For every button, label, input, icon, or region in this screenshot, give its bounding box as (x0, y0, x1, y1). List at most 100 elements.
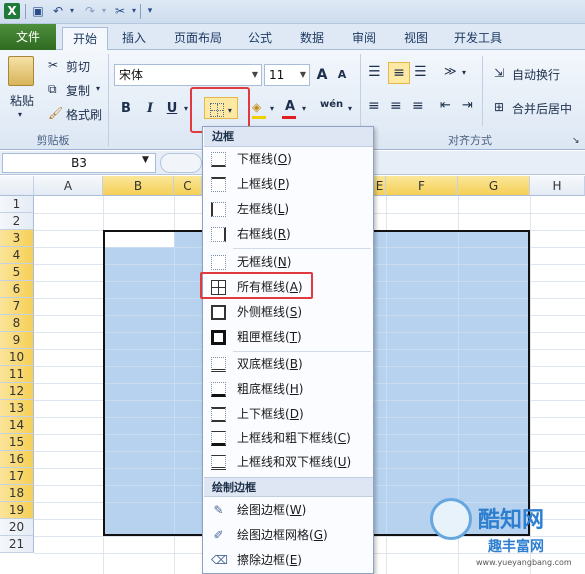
column-header[interactable]: C (174, 176, 202, 196)
undo-dropdown-icon[interactable]: ▾ (64, 3, 80, 19)
row-header[interactable]: 5 (0, 264, 34, 281)
paste-icon[interactable] (8, 56, 34, 86)
column-header[interactable]: E (374, 176, 386, 196)
row-header[interactable]: 13 (0, 400, 34, 417)
row-header[interactable]: 1 (0, 196, 34, 213)
phonetic-button[interactable]: wén (320, 99, 343, 110)
orientation-icon[interactable]: ≫ (444, 64, 457, 78)
align-top-icon[interactable]: ☰ (368, 64, 381, 80)
cut-button[interactable]: 剪切 (66, 58, 90, 75)
fill-color-dropdown-icon[interactable]: ▾ (270, 104, 274, 113)
menu-item-bottom-border[interactable]: 下框线(O) (204, 148, 373, 171)
row-header[interactable]: 21 (0, 536, 34, 553)
merge-center-button[interactable]: 合并后居中 (512, 100, 572, 117)
name-box-dropdown-icon[interactable]: ▼ (142, 155, 149, 165)
row-header[interactable]: 10 (0, 349, 34, 366)
fill-color-icon[interactable]: ◈ (252, 100, 261, 114)
grow-font-button[interactable]: A (314, 64, 330, 86)
row-header[interactable]: 18 (0, 485, 34, 502)
row-header[interactable]: 20 (0, 519, 34, 536)
tab-home[interactable]: 开始 (62, 27, 108, 50)
row-header[interactable]: 19 (0, 502, 34, 519)
underline-button[interactable]: U (164, 98, 180, 120)
menu-item-thick-box-border[interactable]: 粗匣框线(T) (204, 326, 373, 349)
font-color-button[interactable]: A (282, 96, 298, 118)
align-center-icon[interactable]: ≡ (390, 98, 402, 114)
menu-item-accelerator: B (289, 357, 298, 371)
column-header[interactable]: G (458, 176, 530, 196)
menu-item-bottom-double-border[interactable]: 双底框线(B) (204, 353, 373, 376)
row-header[interactable]: 16 (0, 451, 34, 468)
font-size-combo[interactable]: 11 ▼ (264, 64, 310, 86)
wrap-text-button[interactable]: 自动换行 (512, 66, 560, 83)
copy-dropdown-icon[interactable]: ▾ (96, 84, 100, 93)
menu-item-draw-border[interactable]: ✎ 绘图边框(W) (204, 499, 373, 522)
row-header[interactable]: 3 (0, 230, 34, 247)
dialog-launcher-icon[interactable]: ↘ (572, 136, 580, 146)
tab-insert[interactable]: 插入 (112, 27, 156, 50)
tab-review[interactable]: 审阅 (344, 27, 384, 50)
menu-item-top-double-bottom-border[interactable]: 上框线和双下框线(U) (204, 451, 373, 474)
watermark-site: 趣丰富网 (488, 539, 544, 555)
row-header[interactable]: 7 (0, 298, 34, 315)
menu-item-thick-bottom-border[interactable]: 粗底框线(H) (204, 378, 373, 401)
tab-file[interactable]: 文件 (0, 24, 56, 50)
align-bottom-icon[interactable]: ☰ (414, 64, 427, 80)
redo-dropdown-icon[interactable]: ▾ (96, 3, 112, 19)
column-header[interactable]: B (103, 176, 174, 196)
row-header[interactable]: 15 (0, 434, 34, 451)
tab-page-layout[interactable]: 页面布局 (166, 27, 230, 50)
top-border-icon (211, 177, 226, 192)
excel-logo-icon: X (4, 3, 20, 19)
row-header[interactable]: 14 (0, 417, 34, 434)
row-header[interactable]: 2 (0, 213, 34, 230)
row-header[interactable]: 11 (0, 366, 34, 383)
formula-bar-expander[interactable] (160, 153, 202, 173)
paste-dropdown-icon[interactable]: ▾ (18, 110, 22, 119)
menu-item-erase-border[interactable]: ⌫ 擦除边框(E) (204, 549, 373, 572)
format-painter-button[interactable]: 格式刷 (66, 106, 102, 123)
decrease-indent-icon[interactable]: ⇤ (440, 98, 451, 113)
font-name-combo[interactable]: 宋体 ▼ (114, 64, 262, 86)
row-header[interactable]: 17 (0, 468, 34, 485)
tab-view[interactable]: 视图 (396, 27, 436, 50)
customize-qat-icon[interactable]: ▾ (142, 3, 158, 19)
save-icon[interactable]: ▣ (30, 3, 46, 19)
column-header[interactable]: F (386, 176, 458, 196)
paste-button[interactable]: 粘贴 (10, 92, 34, 109)
column-header[interactable]: H (530, 176, 585, 196)
bold-button[interactable]: B (118, 98, 134, 120)
increase-indent-icon[interactable]: ⇥ (462, 98, 473, 113)
menu-item-top-border[interactable]: 上框线(P) (204, 173, 373, 196)
align-right-icon[interactable]: ≡ (412, 98, 424, 114)
underline-dropdown-icon[interactable]: ▾ (184, 104, 188, 113)
active-cell[interactable] (105, 232, 174, 247)
tab-developer[interactable]: 开发工具 (446, 27, 510, 50)
menu-item-left-border[interactable]: 左框线(L) (204, 198, 373, 221)
select-all-corner[interactable] (0, 176, 34, 196)
orientation-dropdown-icon[interactable]: ▾ (462, 68, 466, 77)
align-left-icon[interactable]: ≡ (368, 98, 380, 114)
menu-item-no-border[interactable]: 无框线(N) (204, 251, 373, 274)
shrink-font-button[interactable]: A (334, 64, 350, 86)
column-header[interactable]: A (34, 176, 103, 196)
menu-item-outside-borders[interactable]: 外侧框线(S) (204, 301, 373, 324)
row-header[interactable]: 12 (0, 383, 34, 400)
row-header[interactable]: 4 (0, 247, 34, 264)
no-border-icon (211, 255, 226, 270)
row-header[interactable]: 9 (0, 332, 34, 349)
font-color-dropdown-icon[interactable]: ▾ (302, 104, 306, 113)
name-box[interactable]: B3 (2, 153, 156, 173)
tab-formulas[interactable]: 公式 (240, 27, 280, 50)
menu-item-draw-border-grid[interactable]: ✐ 绘图边框网格(G) (204, 524, 373, 547)
italic-button[interactable]: I (142, 98, 158, 120)
tab-data[interactable]: 数据 (292, 27, 332, 50)
copy-button[interactable]: 复制 (66, 82, 90, 99)
menu-item-top-thick-bottom-border[interactable]: 上框线和粗下框线(C) (204, 427, 373, 450)
row-header[interactable]: 8 (0, 315, 34, 332)
phonetic-dropdown-icon[interactable]: ▾ (348, 104, 352, 113)
row-header[interactable]: 6 (0, 281, 34, 298)
align-middle-icon[interactable]: ≡ (388, 62, 410, 84)
menu-item-right-border[interactable]: 右框线(R) (204, 223, 373, 246)
menu-item-top-bottom-border[interactable]: 上下框线(D) (204, 403, 373, 426)
